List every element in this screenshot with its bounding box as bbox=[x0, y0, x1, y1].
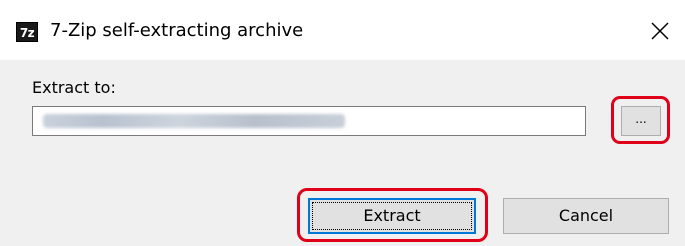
cancel-button[interactable]: Cancel bbox=[503, 198, 669, 234]
extract-button[interactable]: Extract bbox=[308, 198, 476, 234]
extract-path-input[interactable] bbox=[32, 106, 586, 136]
browse-button[interactable]: ... bbox=[621, 106, 661, 136]
close-button[interactable] bbox=[640, 14, 680, 48]
window-title: 7-Zip self-extracting archive bbox=[50, 20, 304, 41]
extract-path-value-obscured bbox=[43, 114, 345, 128]
close-icon bbox=[651, 22, 669, 40]
app-7zip-icon: 7z bbox=[16, 22, 38, 42]
sfx-dialog: 7z 7-Zip self-extracting archive Extract… bbox=[0, 0, 685, 246]
extract-to-label: Extract to: bbox=[32, 78, 116, 97]
title-bar[interactable]: 7z 7-Zip self-extracting archive bbox=[0, 0, 685, 60]
